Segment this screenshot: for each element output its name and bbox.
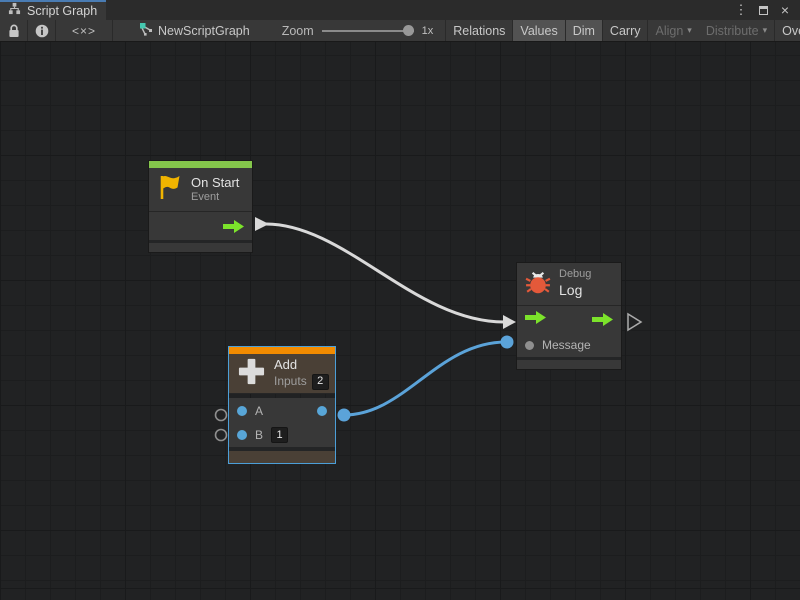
- port-b-input[interactable]: [237, 430, 247, 440]
- on-start-header: On Start Event: [149, 168, 252, 212]
- bug-icon: [525, 269, 551, 300]
- green-arrow-icon: [525, 311, 546, 324]
- tab-script-graph[interactable]: Script Graph: [0, 0, 106, 20]
- trigger-input-port[interactable]: [525, 311, 546, 329]
- info-button[interactable]: [28, 20, 55, 42]
- graph-name-label: NewScriptGraph: [158, 24, 250, 38]
- value-wire[interactable]: [344, 342, 506, 415]
- port-b-row: B 1: [229, 423, 335, 447]
- align-label: Align: [655, 24, 683, 38]
- wire-start-arrowhead: [255, 217, 269, 231]
- script-graph-window: Script Graph ⋮ × <×>: [0, 0, 800, 600]
- node-title: On Start: [191, 175, 239, 191]
- sum-output-port[interactable]: [317, 406, 327, 416]
- inputs-count-stepper[interactable]: 2: [312, 374, 329, 390]
- wires-layer: [0, 42, 800, 600]
- zoom-slider-handle[interactable]: [403, 25, 414, 36]
- debug-log-footer: [517, 360, 621, 369]
- debug-log-body: Message: [517, 306, 621, 357]
- toolbar-button-relations[interactable]: Relations: [446, 20, 512, 42]
- graph-breadcrumb[interactable]: NewScriptGraph: [133, 22, 256, 39]
- port-b-outer-ring: [216, 430, 227, 441]
- port-a-label: A: [255, 404, 263, 418]
- chevron-down-icon: ▾: [687, 25, 692, 36]
- info-icon: [35, 24, 49, 38]
- zoom-value: 1x: [422, 25, 434, 37]
- lock-button[interactable]: [0, 20, 27, 42]
- trigger-output-row: [149, 212, 252, 240]
- control-flow-wire[interactable]: [266, 224, 504, 322]
- trigger-flow-row: [517, 306, 621, 333]
- port-a-row: A: [229, 398, 335, 423]
- graph-canvas[interactable]: On Start Event: [0, 42, 800, 600]
- port-b-label: B: [255, 428, 263, 442]
- add-titles: Add Inputs 2: [274, 357, 329, 389]
- zoom-slider[interactable]: [322, 20, 414, 42]
- flag-icon: [157, 173, 183, 206]
- window-controls: ⋮ ×: [732, 0, 800, 20]
- node-title: Add: [274, 357, 329, 373]
- hierarchy-graph-icon: [8, 2, 21, 20]
- port-a-outer-ring: [216, 410, 227, 421]
- node-subtitle: Event: [191, 191, 239, 205]
- value-wire-end-dot: [501, 336, 514, 349]
- titlebar: Script Graph ⋮ ×: [0, 0, 800, 20]
- value-wire-start-dot: [338, 409, 351, 422]
- toolbar-button-dim[interactable]: Dim: [566, 20, 602, 42]
- toolbar-button-distribute[interactable]: Distribute ▾: [699, 20, 774, 42]
- zoom-control: Zoom 1x: [282, 20, 438, 42]
- zoom-slider-track: [322, 30, 414, 32]
- edit-code-button[interactable]: <×>: [56, 20, 112, 42]
- message-input-port[interactable]: [525, 341, 534, 350]
- toolbar-button-values[interactable]: Values: [513, 20, 564, 42]
- node-subtitle: Debug: [559, 268, 591, 282]
- script-graph-asset-icon: [139, 22, 153, 39]
- distribute-label: Distribute: [706, 24, 759, 38]
- node-title: Log: [559, 282, 591, 300]
- wire-end-arrowhead: [503, 315, 516, 329]
- graph-toolbar: <×> NewScriptGraph Zoom 1x Relation: [0, 20, 800, 42]
- maximize-icon: [759, 6, 768, 15]
- trigger-output-port[interactable]: [592, 313, 613, 326]
- code-icon: <×>: [72, 24, 96, 38]
- chevron-down-icon: ▾: [763, 25, 768, 36]
- zoom-label: Zoom: [282, 24, 314, 38]
- add-footer: [229, 451, 335, 463]
- message-port-label: Message: [542, 338, 591, 352]
- inputs-label: Inputs: [274, 374, 307, 389]
- debug-log-titles: Debug Log: [559, 268, 591, 299]
- math-color-bar: [229, 347, 335, 354]
- maximize-button[interactable]: [754, 1, 772, 19]
- close-button[interactable]: ×: [776, 1, 794, 19]
- flow-continuation-triangle: [628, 314, 641, 330]
- green-arrow-icon: [592, 313, 613, 326]
- trigger-output-port[interactable]: [223, 220, 244, 233]
- message-input-row: Message: [517, 333, 621, 357]
- add-body: A B 1: [229, 398, 335, 447]
- on-start-titles: On Start Event: [191, 175, 239, 205]
- event-color-bar: [149, 161, 252, 168]
- toolbar-button-carry[interactable]: Carry: [603, 20, 648, 42]
- debug-log-header: Debug Log: [517, 263, 621, 306]
- plus-icon: [237, 357, 266, 391]
- green-arrow-icon: [223, 220, 244, 233]
- on-start-footer: [149, 243, 252, 252]
- node-add[interactable]: Add Inputs 2 A B 1: [228, 346, 336, 464]
- port-b-value-field[interactable]: 1: [271, 427, 288, 443]
- tab-title: Script Graph: [27, 4, 97, 18]
- node-on-start[interactable]: On Start Event: [148, 160, 253, 253]
- port-a-input[interactable]: [237, 406, 247, 416]
- add-header: Add Inputs 2: [229, 354, 335, 394]
- node-debug-log[interactable]: Debug Log: [516, 262, 622, 370]
- toolbar-button-align[interactable]: Align ▾: [648, 20, 698, 42]
- on-start-body: [149, 212, 252, 240]
- kebab-menu-button[interactable]: ⋮: [732, 1, 750, 19]
- lock-icon: [8, 24, 20, 38]
- toolbar-button-overview[interactable]: Overview: [775, 20, 800, 42]
